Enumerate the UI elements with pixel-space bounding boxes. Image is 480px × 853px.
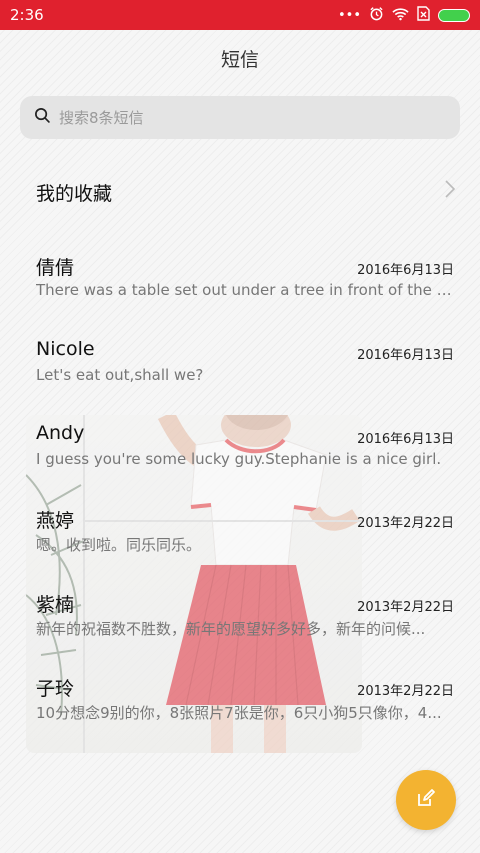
conversation-item[interactable]: 子玲 2013年2月22日 10分想念9别的你，8张照片7张是你，6只小狗5只像… [36,674,454,734]
favorites-label: 我的收藏 [36,182,113,205]
sim-off-icon [417,6,430,24]
compose-button[interactable] [396,770,456,830]
message-date: 2013年2月22日 [357,516,454,531]
message-preview: Let's eat out,shall we? [36,366,204,384]
message-preview: There was a table set out under a tree i… [36,281,454,299]
contact-name: 燕婷 [36,510,75,532]
conversation-item[interactable]: 燕婷 2013年2月22日 嗯。收到啦。同乐同乐。 [36,506,454,566]
favorites-row[interactable]: 我的收藏 [36,160,456,224]
conversation-item[interactable]: Nicole 2016年6月13日 Let's eat out,shall we… [36,338,454,398]
contact-name: Andy [36,422,85,444]
status-bar: 2:36 ••• [0,0,480,30]
search-placeholder: 搜索8条短信 [59,109,144,127]
message-date: 2016年6月13日 [357,432,454,447]
message-date: 2013年2月22日 [357,684,454,699]
status-icons: ••• [338,6,470,24]
message-date: 2013年2月22日 [357,600,454,615]
message-preview: I guess you're some lucky guy.Stephanie … [36,450,442,468]
message-preview: 10分想念9别的你，8张照片7张是你，6只小狗5只像你，4... [36,704,442,722]
more-dots-icon: ••• [337,7,361,23]
contact-name: 紫楠 [36,594,75,616]
conversation-item[interactable]: Andy 2016年6月13日 I guess you're some luck… [36,422,454,482]
search-input[interactable]: 搜索8条短信 [20,96,460,139]
conversation-item[interactable]: 倩倩 2016年6月13日 There was a table set out … [36,253,454,313]
alarm-icon [369,6,384,24]
message-date: 2016年6月13日 [357,348,454,363]
message-date: 2016年6月13日 [357,263,454,278]
message-preview: 新年的祝福数不胜数，新年的愿望好多好多，新年的问候... [36,620,426,638]
contact-name: Nicole [36,338,95,360]
status-time: 2:36 [10,6,44,24]
message-preview: 嗯。收到啦。同乐同乐。 [36,536,202,554]
chevron-right-icon [444,179,456,205]
conversation-item[interactable]: 紫楠 2013年2月22日 新年的祝福数不胜数，新年的愿望好多好多，新年的问候.… [36,590,454,650]
search-icon [34,107,51,128]
contact-name: 子玲 [36,678,75,700]
battery-icon [438,8,470,22]
wifi-icon [392,7,409,24]
contact-name: 倩倩 [36,257,75,279]
page-title: 短信 [220,48,259,71]
compose-icon [416,788,436,812]
